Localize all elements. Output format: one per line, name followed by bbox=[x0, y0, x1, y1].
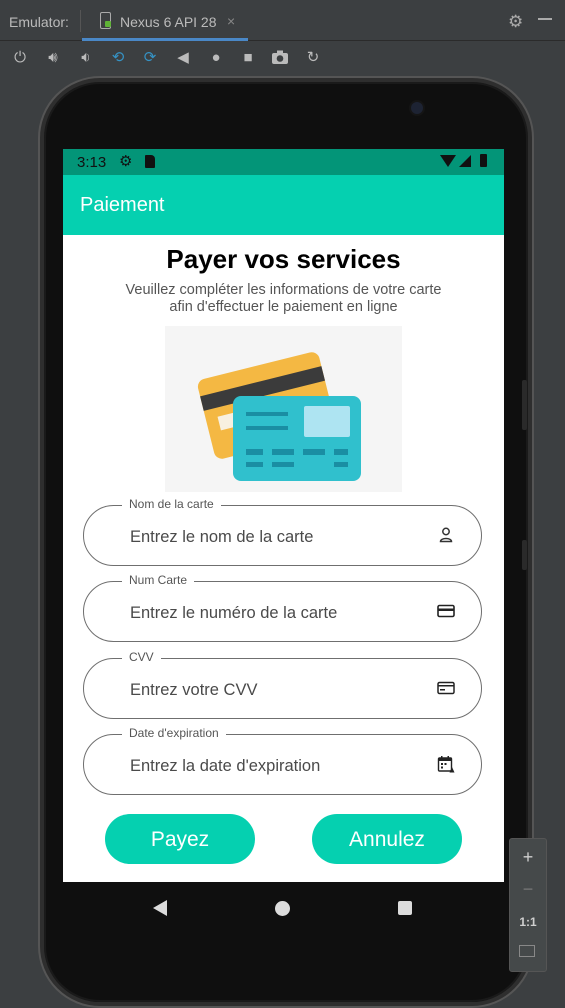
device-tab-label: Nexus 6 API 28 bbox=[120, 14, 217, 30]
back-icon[interactable]: ◀ bbox=[174, 49, 192, 67]
cvv-label: CVV bbox=[122, 650, 161, 664]
page-subtitle: Veuillez compléter les informations de v… bbox=[125, 282, 442, 315]
home-icon[interactable]: ● bbox=[207, 49, 225, 67]
person-icon bbox=[439, 527, 453, 543]
close-icon[interactable]: × bbox=[227, 13, 235, 29]
overview-icon[interactable]: ■ bbox=[239, 49, 257, 67]
emulator-label: Emulator: bbox=[9, 14, 69, 30]
app-title: Paiement bbox=[80, 194, 165, 216]
card-number-input[interactable] bbox=[128, 600, 422, 626]
wifi-icon bbox=[440, 155, 456, 167]
calendar-icon bbox=[437, 756, 455, 773]
card-number-label: Num Carte bbox=[122, 573, 195, 587]
card-name-input[interactable] bbox=[128, 524, 422, 550]
fit-screen-icon[interactable] bbox=[519, 945, 535, 957]
nav-recents-icon[interactable] bbox=[398, 901, 412, 915]
volume-down-icon[interactable]: 🔉︎ bbox=[77, 49, 95, 67]
pay-button[interactable]: Payez bbox=[105, 814, 255, 864]
status-time: 3:13 bbox=[77, 154, 107, 171]
card-icon bbox=[437, 681, 455, 695]
expiry-date-input[interactable] bbox=[128, 753, 422, 779]
page-title: Payer vos services bbox=[166, 244, 401, 274]
card-name-label: Nom de la carte bbox=[122, 497, 221, 511]
rotate-left-icon[interactable]: ⟲ bbox=[109, 49, 127, 67]
power-button bbox=[522, 540, 527, 570]
divider bbox=[80, 10, 81, 32]
camera-icon[interactable] bbox=[271, 49, 289, 67]
status-bar: 3:13 ⚙ bbox=[63, 149, 504, 175]
card-name-field[interactable]: Nom de la carte bbox=[83, 497, 482, 566]
app-bar: Paiement bbox=[63, 175, 504, 235]
rotate-right-icon[interactable]: ⟳ bbox=[141, 49, 159, 67]
minimize-icon[interactable] bbox=[538, 18, 552, 20]
credit-cards-illustration bbox=[165, 326, 402, 492]
nav-home-icon[interactable] bbox=[275, 901, 290, 916]
battery-icon bbox=[480, 154, 487, 167]
card-number-field[interactable]: Num Carte bbox=[83, 573, 482, 642]
sd-card-icon bbox=[145, 155, 155, 168]
settings-icon: ⚙ bbox=[119, 153, 133, 170]
power-icon[interactable]: ⏻ bbox=[11, 49, 29, 67]
cvv-field[interactable]: CVV bbox=[83, 650, 482, 719]
signal-icon bbox=[459, 155, 471, 167]
android-nav-bar bbox=[63, 882, 504, 934]
expiry-date-field[interactable]: Date d'expiration bbox=[83, 726, 482, 795]
expiry-date-label: Date d'expiration bbox=[122, 726, 226, 740]
device-screen: 3:13 ⚙ Paiement Payer vos services Veuil… bbox=[63, 149, 504, 882]
cancel-button[interactable]: Annulez bbox=[312, 814, 462, 864]
zoom-one-to-one[interactable]: 1:1 bbox=[510, 915, 546, 929]
volume-up-icon[interactable]: 🔊︎ bbox=[44, 49, 62, 67]
zoom-out-icon[interactable]: − bbox=[510, 879, 546, 900]
emulator-titlebar: Emulator: Nexus 6 API 28 × ⚙ bbox=[0, 0, 565, 41]
credit-card-icon bbox=[437, 604, 455, 618]
volume-button bbox=[522, 380, 527, 430]
emulator-toolbar: ⏻ 🔊︎ 🔉︎ ⟲ ⟳ ◀ ● ■ ↻ bbox=[0, 41, 565, 75]
gear-icon[interactable]: ⚙ bbox=[508, 12, 523, 32]
phone-icon bbox=[100, 12, 111, 29]
zoom-icon[interactable]: ↻ bbox=[304, 49, 322, 67]
front-camera bbox=[411, 102, 423, 114]
device-tab[interactable]: Nexus 6 API 28 × bbox=[82, 0, 248, 41]
zoom-panel: + − 1:1 bbox=[509, 838, 547, 972]
cvv-input[interactable] bbox=[128, 677, 422, 703]
zoom-in-icon[interactable]: + bbox=[510, 847, 546, 868]
nav-back-icon[interactable] bbox=[153, 900, 167, 916]
